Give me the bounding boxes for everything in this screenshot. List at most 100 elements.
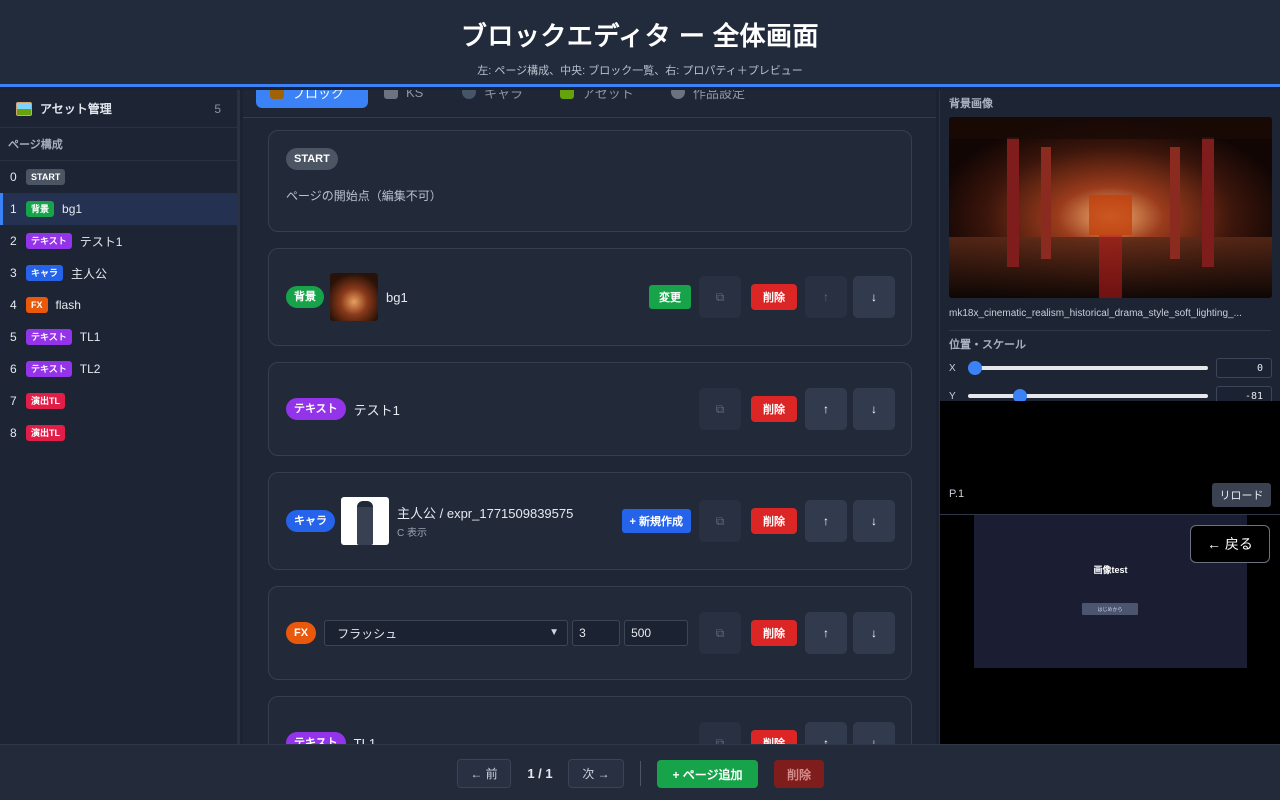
move-up-button[interactable]: ↑ [805, 500, 847, 542]
page-item-5[interactable]: 5 テキスト TL1 [0, 321, 237, 353]
back-button[interactable]: ← 戻る [1190, 525, 1270, 563]
copy-button[interactable]: ⧉ [699, 388, 741, 430]
delete-page-button[interactable]: 削除 [774, 760, 824, 788]
block-type-tag: テキスト [26, 233, 72, 249]
page-index: 1 [10, 202, 17, 216]
page-item-label: 主人公 [71, 266, 108, 281]
prev-page-button[interactable]: ← 前 [457, 759, 511, 788]
palace-hall-image [949, 117, 1272, 298]
arrow-up-icon: ↑ [823, 402, 829, 416]
fx-count-input[interactable]: 3 [572, 620, 621, 646]
copy-icon: ⧉ [715, 625, 725, 640]
delete-button[interactable]: 削除 [751, 396, 797, 422]
change-button[interactable]: 変更 [649, 285, 691, 309]
section-title: ページ構成 [0, 128, 237, 161]
arrow-down-icon: ↓ [871, 626, 877, 640]
block-label: TL1 [353, 735, 377, 745]
move-up-button[interactable]: ↑ [805, 388, 847, 430]
arrow-up-icon: ↑ [823, 514, 829, 528]
page-item-6[interactable]: 6 テキスト TL2 [0, 353, 237, 385]
move-down-button[interactable]: ↓ [853, 722, 895, 744]
block-type-tag: START [286, 148, 338, 170]
new-expression-button[interactable]: + 新規作成 [621, 509, 691, 533]
page-item-4[interactable]: 4 FX flash [0, 289, 237, 321]
page-item-0[interactable]: 0 START [0, 161, 237, 193]
fx-type-select[interactable]: フラッシュ ▼ [324, 620, 569, 646]
page-index: 2 [10, 234, 17, 248]
copy-button[interactable]: ⧉ [699, 722, 741, 744]
page-item-label: TL2 [79, 362, 101, 376]
arrow-down-icon: ↓ [871, 402, 877, 416]
x-slider-handle[interactable] [967, 361, 982, 375]
y-value-input[interactable]: -81 [1216, 386, 1272, 401]
y-slider-handle[interactable] [1012, 389, 1027, 401]
copy-button[interactable]: ⧉ [699, 276, 741, 318]
delete-button[interactable]: 削除 [751, 730, 797, 744]
arrow-down-icon: ↓ [871, 514, 877, 528]
tab-label: アセット [582, 90, 634, 101]
asset-manager-button[interactable]: アセット管理 5 [0, 90, 237, 128]
x-slider[interactable] [967, 361, 1208, 375]
block-label: bg1 [386, 289, 408, 305]
copy-icon: ⧉ [715, 401, 725, 416]
move-up-button[interactable]: ↑ [805, 612, 847, 654]
tab-settings[interactable]: 作品設定 [671, 90, 745, 108]
fx-block: FX フラッシュ ▼ 3 500 ⧉ 削除 ↑ ↓ [268, 586, 912, 680]
block-type-tag: START [26, 169, 66, 185]
picture-icon [16, 101, 32, 116]
tab-label: キャラ [484, 90, 524, 101]
block-type-tag: 演出TL [26, 425, 65, 441]
delete-button[interactable]: 削除 [751, 284, 797, 310]
page-item-3[interactable]: 3 キャラ 主人公 [0, 257, 237, 289]
copy-button[interactable]: ⧉ [699, 500, 741, 542]
page-index: 6 [10, 362, 17, 376]
x-value-input[interactable]: 0 [1216, 358, 1272, 378]
block-type-tag: 背景 [26, 201, 55, 217]
tab-ks[interactable]: KS [384, 90, 423, 108]
page-item-8[interactable]: 8 演出TL [0, 417, 237, 449]
block-sublabel: C 表示 [397, 528, 427, 539]
move-up-button[interactable]: ↑ [805, 276, 847, 318]
page-item-1[interactable]: 1 背景 bg1 [0, 193, 237, 225]
add-page-button[interactable]: + ページ追加 [657, 760, 758, 788]
page-item-2[interactable]: 2 テキスト テスト1 [0, 225, 237, 257]
x-label: X [949, 362, 956, 374]
page-item-label: bg1 [62, 202, 83, 216]
fx-type-value: フラッシュ [337, 626, 398, 641]
page-index: 4 [10, 298, 17, 312]
move-down-button[interactable]: ↓ [853, 612, 895, 654]
next-page-button[interactable]: 次 → [568, 759, 624, 788]
tab-assets[interactable]: アセット [560, 90, 634, 108]
fx-duration-input[interactable]: 500 [624, 620, 689, 646]
page-subtitle: 左: ページ構成、中央: ブロック一覧、右: プロパティ＋プレビュー [477, 65, 803, 77]
block-type-tag: 背景 [286, 286, 324, 308]
block-list-panel: ブロック KS キャラ アセット 作品設定 START ページの開始点（編集不可… [243, 90, 936, 744]
page-item-label: テスト1 [79, 234, 123, 249]
page-structure-sidebar: アセット管理 5 ページ構成 0 START 1 背景 bg1 2 テキスト テ… [0, 90, 240, 744]
background-image-preview[interactable] [949, 117, 1272, 298]
block-type-tag: テキスト [26, 361, 72, 377]
move-down-button[interactable]: ↓ [853, 500, 895, 542]
text-block: テキスト テスト1 ⧉ 削除 ↑ ↓ [268, 362, 912, 456]
delete-button[interactable]: 削除 [751, 620, 797, 646]
move-down-button[interactable]: ↓ [853, 276, 895, 318]
delete-button[interactable]: 削除 [751, 508, 797, 534]
block-type-tag: テキスト [26, 329, 72, 345]
block-type-tag: 演出TL [26, 393, 65, 409]
copy-button[interactable]: ⧉ [699, 612, 741, 654]
app-header: ブロックエディタ ー 全体画面 左: ページ構成、中央: ブロック一覧、右: プ… [0, 0, 1280, 87]
tab-chara[interactable]: キャラ [462, 90, 523, 108]
arrow-up-icon: ↑ [823, 290, 829, 304]
y-slider[interactable] [967, 389, 1208, 401]
block-type-tag: FX [26, 297, 48, 313]
block-type-tag: テキスト [286, 732, 346, 744]
preview-start-button[interactable]: はじめから [1082, 603, 1138, 615]
divider [949, 330, 1271, 331]
reload-button[interactable]: リロード [1212, 483, 1271, 507]
block-label: 主人公 / expr_1771509839575 [397, 506, 574, 521]
block-label: テスト1 [353, 402, 400, 418]
move-up-button[interactable]: ↑ [805, 722, 847, 744]
tab-blocks[interactable]: ブロック [256, 90, 368, 108]
page-item-7[interactable]: 7 演出TL [0, 385, 237, 417]
move-down-button[interactable]: ↓ [853, 388, 895, 430]
